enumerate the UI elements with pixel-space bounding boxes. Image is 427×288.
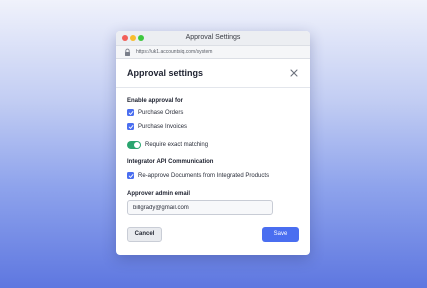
address-bar[interactable]: https://uk1.accountsiq.com/system bbox=[116, 45, 310, 59]
purchase-invoices-option[interactable]: Purchase Invoices bbox=[127, 122, 217, 132]
reapprove-documents-option[interactable]: Re-approve Documents from Integrated Pro… bbox=[127, 171, 302, 181]
purchase-orders-checkbox[interactable] bbox=[127, 109, 134, 116]
window-title: Approval Settings bbox=[185, 34, 241, 41]
purchase-orders-option[interactable]: Purchase Orders bbox=[127, 108, 217, 118]
cancel-button[interactable]: Cancel bbox=[127, 227, 162, 242]
approver-email-heading: Approver admin email bbox=[127, 191, 191, 197]
checkmark-icon bbox=[128, 124, 133, 129]
enable-approval-heading: Enable approval for bbox=[127, 98, 184, 104]
approval-settings-window: Approval Settings https://uk1.accountsiq… bbox=[116, 31, 310, 255]
purchase-invoices-checkbox[interactable] bbox=[127, 123, 134, 130]
window-titlebar: Approval Settings bbox=[116, 31, 310, 45]
exact-matching-option[interactable]: Require exact matching bbox=[127, 140, 237, 150]
url-text: https://uk1.accountsiq.com/system bbox=[136, 49, 213, 55]
approver-email-field[interactable] bbox=[127, 200, 273, 215]
exact-matching-toggle[interactable] bbox=[127, 140, 141, 149]
panel-title: Approval settings bbox=[127, 68, 204, 78]
purchase-invoices-label: Purchase Invoices bbox=[138, 124, 188, 130]
lock-icon bbox=[125, 48, 130, 56]
integrator-api-heading: Integrator API Communication bbox=[127, 159, 214, 165]
reapprove-documents-label: Re-approve Documents from Integrated Pro… bbox=[138, 173, 270, 179]
checkmark-icon bbox=[128, 110, 133, 115]
reapprove-documents-checkbox[interactable] bbox=[127, 172, 134, 179]
save-button[interactable]: Save bbox=[262, 227, 299, 242]
header-divider bbox=[116, 87, 310, 88]
exact-matching-label: Require exact matching bbox=[145, 142, 209, 148]
purchase-orders-label: Purchase Orders bbox=[138, 110, 184, 116]
close-icon[interactable] bbox=[289, 68, 299, 78]
checkmark-icon bbox=[128, 173, 133, 178]
toggle-knob bbox=[134, 141, 140, 148]
